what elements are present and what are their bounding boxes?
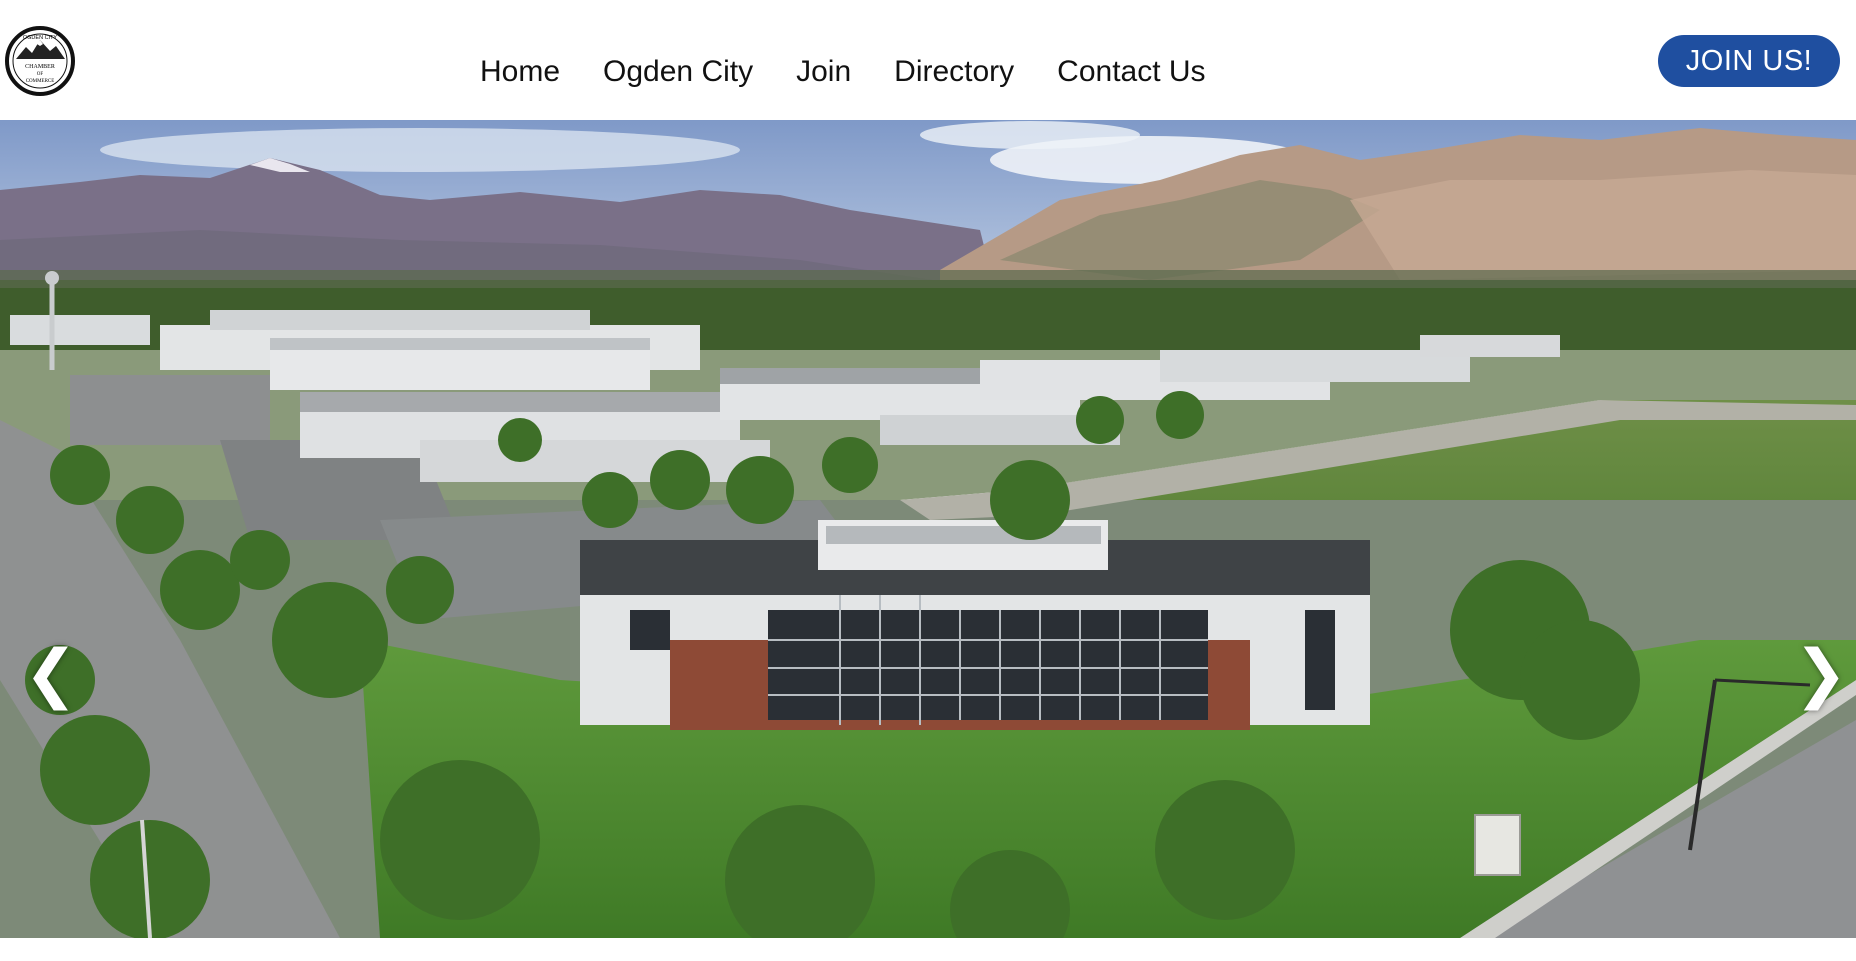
logo-text-line-3: OF: [37, 72, 44, 77]
logo-text-line-4: COMMERCE: [26, 79, 55, 84]
hero-image: [0, 120, 1856, 938]
below-hero-spacer: [0, 938, 1856, 961]
nav-home[interactable]: Home: [480, 55, 560, 89]
hero-carousel: ❮ ❯: [0, 120, 1856, 938]
site-header: OGDEN CITY CHAMBER OF COMMERCE Home Ogde…: [0, 0, 1856, 120]
nav-ogden-city[interactable]: Ogden City: [603, 55, 753, 89]
carousel-prev-icon[interactable]: ❮: [24, 642, 78, 706]
chamber-logo[interactable]: OGDEN CITY CHAMBER OF COMMERCE: [4, 25, 76, 97]
logo-text-line-2: CHAMBER: [25, 64, 55, 70]
logo-text-line-1: OGDEN CITY: [23, 35, 58, 41]
main-nav: Home Ogden City Join Directory Contact U…: [480, 55, 1206, 89]
nav-join[interactable]: Join: [796, 55, 851, 89]
mountain-logo-icon: OGDEN CITY CHAMBER OF COMMERCE: [5, 26, 75, 96]
carousel-next-icon[interactable]: ❯: [1794, 642, 1848, 706]
join-us-button[interactable]: JOIN US!: [1658, 35, 1840, 87]
nav-contact-us[interactable]: Contact Us: [1057, 55, 1205, 89]
nav-directory[interactable]: Directory: [894, 55, 1014, 89]
